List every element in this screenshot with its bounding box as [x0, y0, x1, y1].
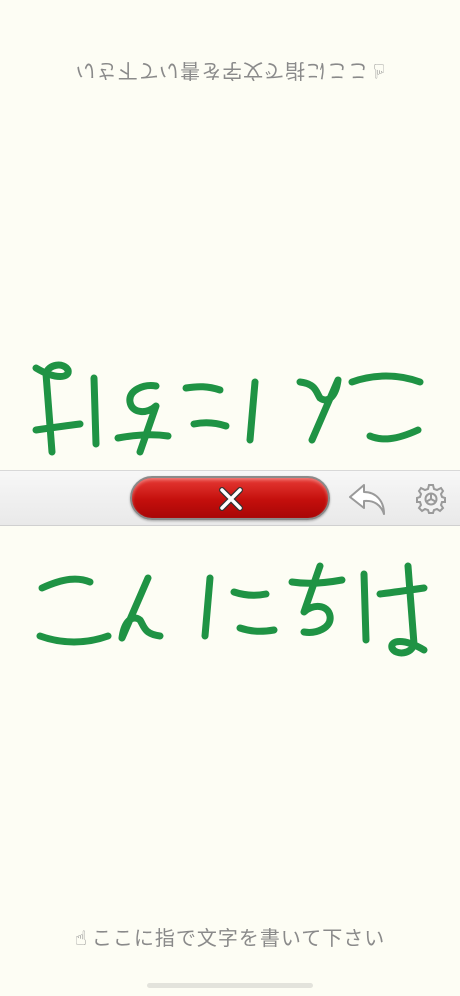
settings-button[interactable]	[412, 481, 450, 517]
top-hint-label: ☝ここに指で文字を書いて下さい	[0, 58, 460, 87]
pointing-finger-icon: ☝	[372, 59, 386, 83]
clear-button[interactable]	[130, 476, 330, 520]
close-icon	[219, 487, 243, 511]
top-writing-canvas[interactable]: ☝ここに指で文字を書いて下さい	[0, 0, 460, 470]
pointing-finger-icon: ☝	[74, 926, 88, 950]
bottom-handwriting-strokes	[0, 548, 460, 688]
bottom-hint-text: ここに指で文字を書いて下さい	[91, 926, 386, 950]
bottom-hint-label: ☝ ここに指で文字を書いて下さい	[0, 922, 460, 951]
gear-icon	[416, 484, 446, 514]
toolbar	[0, 470, 460, 526]
undo-button[interactable]	[346, 481, 388, 517]
top-handwriting-strokes	[0, 330, 460, 470]
home-indicator	[147, 983, 313, 988]
undo-arrow-icon	[349, 484, 385, 515]
top-hint-text: ここに指で文字を書いて下さい	[74, 59, 369, 83]
